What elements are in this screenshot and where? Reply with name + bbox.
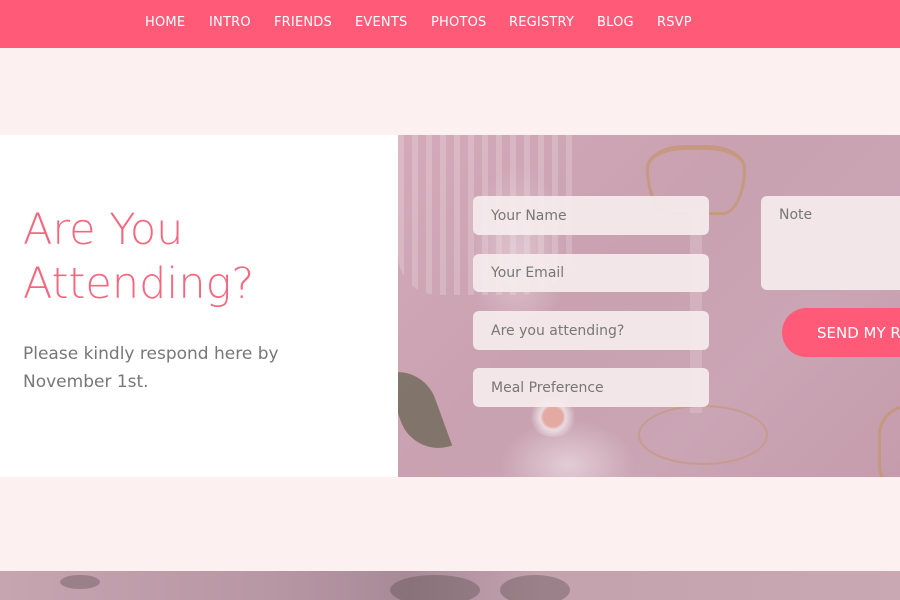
glass-base-image xyxy=(638,405,768,465)
nav-blog[interactable]: BLOG xyxy=(597,15,634,30)
attending-input[interactable] xyxy=(473,311,709,350)
nav-photos[interactable]: PHOTOS xyxy=(431,15,486,30)
nav-registry[interactable]: REGISTRY xyxy=(509,15,574,30)
nav-friends[interactable]: FRIENDS xyxy=(274,15,332,30)
note-textarea[interactable] xyxy=(761,196,900,290)
rsvp-heading: Are You Attending? xyxy=(23,205,255,309)
email-input[interactable] xyxy=(473,254,709,292)
nav-home[interactable]: HOME xyxy=(145,15,185,30)
bottom-photo-strip xyxy=(0,571,900,600)
nav-rsvp[interactable]: RSVP xyxy=(657,15,692,30)
nav-intro[interactable]: INTRO xyxy=(209,15,251,30)
name-input[interactable] xyxy=(473,196,709,235)
photo-detail-image xyxy=(390,575,480,600)
meal-preference-input[interactable] xyxy=(473,368,709,407)
top-navigation: HOME INTRO FRIENDS EVENTS PHOTOS REGISTR… xyxy=(0,0,900,48)
leaf-image xyxy=(398,360,453,460)
photo-detail-image xyxy=(60,575,100,589)
send-rsvp-button[interactable]: SEND MY RSVP xyxy=(782,308,900,357)
rsvp-deadline-text: Please kindly respond here by November 1… xyxy=(23,344,279,392)
second-glass-image xyxy=(878,405,900,477)
photo-detail-image xyxy=(500,575,570,600)
rsvp-background-photo xyxy=(398,135,900,477)
nav-events[interactable]: EVENTS xyxy=(355,15,407,30)
